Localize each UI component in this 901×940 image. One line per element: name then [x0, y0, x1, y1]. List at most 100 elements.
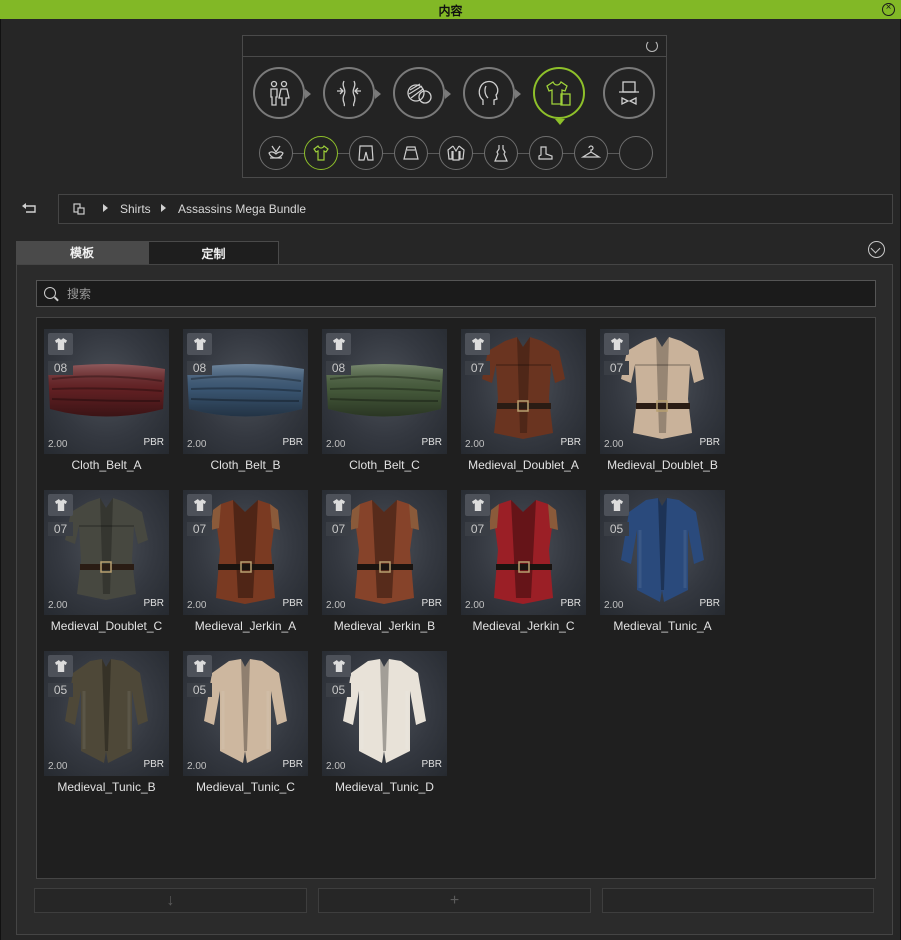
refresh-icon[interactable] — [646, 40, 658, 52]
asset-thumbnail[interactable]: 07 2.00 PBR — [44, 490, 169, 615]
asset-version: 2.00 — [465, 600, 485, 611]
shirt-icon — [326, 494, 351, 516]
pbr-badge: PBR — [699, 598, 720, 609]
dress-icon[interactable] — [484, 136, 518, 170]
asset-tile[interactable]: 08 2.00 PBR Cloth_Belt_C — [315, 318, 454, 478]
asset-name: Cloth_Belt_C — [349, 458, 420, 472]
pbr-badge: PBR — [421, 437, 442, 448]
pbr-badge: PBR — [560, 437, 581, 448]
asset-tile[interactable]: 07 2.00 PBR Medieval_Doublet_B — [593, 318, 732, 478]
material-icon[interactable] — [393, 67, 451, 119]
tab-template[interactable]: 模板 — [16, 241, 148, 265]
tab-custom[interactable]: 定制 — [148, 241, 279, 265]
asset-tile[interactable]: 05 2.00 PBR Medieval_Tunic_D — [315, 640, 454, 800]
asset-count: 05 — [604, 522, 629, 536]
asset-tile[interactable]: 07 2.00 PBR Medieval_Doublet_C — [37, 479, 176, 639]
asset-count: 08 — [48, 361, 73, 375]
asset-name: Medieval_Tunic_D — [335, 780, 434, 794]
asset-tile[interactable]: 05 2.00 PBR Medieval_Tunic_C — [176, 640, 315, 800]
asset-thumbnail[interactable]: 08 2.00 PBR — [183, 329, 308, 454]
asset-thumbnail[interactable]: 07 2.00 PBR — [600, 329, 725, 454]
shirt-icon — [187, 655, 212, 677]
asset-tile[interactable]: 07 2.00 PBR Medieval_Jerkin_C — [454, 479, 593, 639]
asset-name: Medieval_Jerkin_B — [333, 619, 436, 633]
empty-slot-icon[interactable] — [619, 136, 653, 170]
pbr-badge: PBR — [282, 598, 303, 609]
collapse-icon[interactable] — [868, 241, 885, 258]
asset-count: 08 — [187, 361, 212, 375]
asset-tile[interactable]: 05 2.00 PBR Medieval_Tunic_A — [593, 479, 732, 639]
asset-version: 2.00 — [465, 439, 485, 450]
asset-thumbnail[interactable]: 07 2.00 PBR — [461, 329, 586, 454]
shirt-icon[interactable] — [304, 136, 338, 170]
asset-version: 2.00 — [48, 439, 68, 450]
breadcrumb-item[interactable]: Shirts — [120, 202, 151, 216]
hanger-icon[interactable] — [574, 136, 608, 170]
shirt-icon — [326, 333, 351, 355]
asset-name: Medieval_Jerkin_A — [194, 619, 297, 633]
asset-thumbnail[interactable]: 05 2.00 PBR — [44, 651, 169, 776]
window-title: 内容 — [438, 4, 463, 18]
shoe-icon[interactable] — [529, 136, 563, 170]
asset-tile[interactable]: 08 2.00 PBR Cloth_Belt_A — [37, 318, 176, 478]
asset-version: 2.00 — [48, 761, 68, 772]
body-icon[interactable] — [253, 67, 311, 119]
breadcrumb-item[interactable]: Assassins Mega Bundle — [178, 202, 306, 216]
pbr-badge: PBR — [143, 437, 164, 448]
head-icon[interactable] — [463, 67, 521, 119]
shirt-icon — [326, 655, 351, 677]
morph-icon[interactable] — [323, 67, 381, 119]
asset-count: 05 — [48, 683, 73, 697]
pbr-badge: PBR — [560, 598, 581, 609]
asset-tile[interactable]: 07 2.00 PBR Medieval_Doublet_A — [454, 318, 593, 478]
download-icon: ↓ — [166, 892, 175, 909]
pbr-badge: PBR — [143, 759, 164, 770]
category-panel — [242, 35, 667, 178]
asset-thumbnail[interactable]: 07 2.00 PBR — [183, 490, 308, 615]
jacket-icon[interactable] — [439, 136, 473, 170]
download-button[interactable]: ↓ — [34, 888, 307, 913]
breadcrumb: Shirts Assassins Mega Bundle — [58, 194, 893, 224]
shirt-icon — [187, 333, 212, 355]
asset-name: Medieval_Doublet_C — [50, 619, 163, 633]
asset-name: Cloth_Belt_A — [71, 458, 142, 472]
asset-version: 2.00 — [326, 439, 346, 450]
pants-icon[interactable] — [349, 136, 383, 170]
asset-thumbnail[interactable]: 07 2.00 PBR — [461, 490, 586, 615]
asset-thumbnail[interactable]: 05 2.00 PBR — [600, 490, 725, 615]
category-toolbar — [243, 36, 666, 57]
breadcrumb-separator — [103, 204, 108, 212]
library-panel: 082.00PBRCloth_Belt_A082.00PBRCloth_Belt… — [16, 264, 893, 935]
asset-count: 05 — [326, 683, 351, 697]
shirt-icon — [604, 494, 629, 516]
skirt-icon[interactable] — [394, 136, 428, 170]
underwear-icon[interactable] — [259, 136, 293, 170]
accessory-icon[interactable] — [603, 67, 655, 119]
asset-name: Medieval_Jerkin_C — [472, 619, 575, 633]
asset-tile[interactable]: 08 2.00 PBR Cloth_Belt_B — [176, 318, 315, 478]
shirt-icon — [465, 494, 490, 516]
asset-tile[interactable]: 07 2.00 PBR Medieval_Jerkin_B — [315, 479, 454, 639]
delete-button[interactable] — [602, 888, 874, 913]
asset-count: 07 — [465, 522, 490, 536]
asset-version: 2.00 — [48, 600, 68, 611]
asset-tile[interactable]: 07 2.00 PBR Medieval_Jerkin_A — [176, 479, 315, 639]
back-icon[interactable] — [21, 201, 39, 215]
asset-thumbnail[interactable]: 07 2.00 PBR — [322, 490, 447, 615]
add-button[interactable]: + — [318, 888, 591, 913]
pbr-badge: PBR — [282, 437, 303, 448]
pbr-badge: PBR — [143, 598, 164, 609]
asset-thumbnail[interactable]: 08 2.00 PBR — [322, 329, 447, 454]
search-input[interactable] — [67, 285, 847, 303]
shirt-icon — [48, 333, 73, 355]
asset-thumbnail[interactable]: 08 2.00 PBR — [44, 329, 169, 454]
asset-name: Medieval_Tunic_C — [196, 780, 295, 794]
asset-tile[interactable]: 05 2.00 PBR Medieval_Tunic_B — [37, 640, 176, 800]
asset-name: Cloth_Belt_B — [210, 458, 281, 472]
close-icon[interactable] — [882, 3, 895, 16]
content-grid: 08 2.00 PBR Cloth_Belt_A 08 2.00 PBR Cloth_Belt… — [36, 317, 876, 879]
content-root-icon[interactable] — [73, 203, 85, 215]
asset-thumbnail[interactable]: 05 2.00 PBR — [183, 651, 308, 776]
asset-thumbnail[interactable]: 05 2.00 PBR — [322, 651, 447, 776]
cloth-icon[interactable] — [533, 67, 585, 125]
